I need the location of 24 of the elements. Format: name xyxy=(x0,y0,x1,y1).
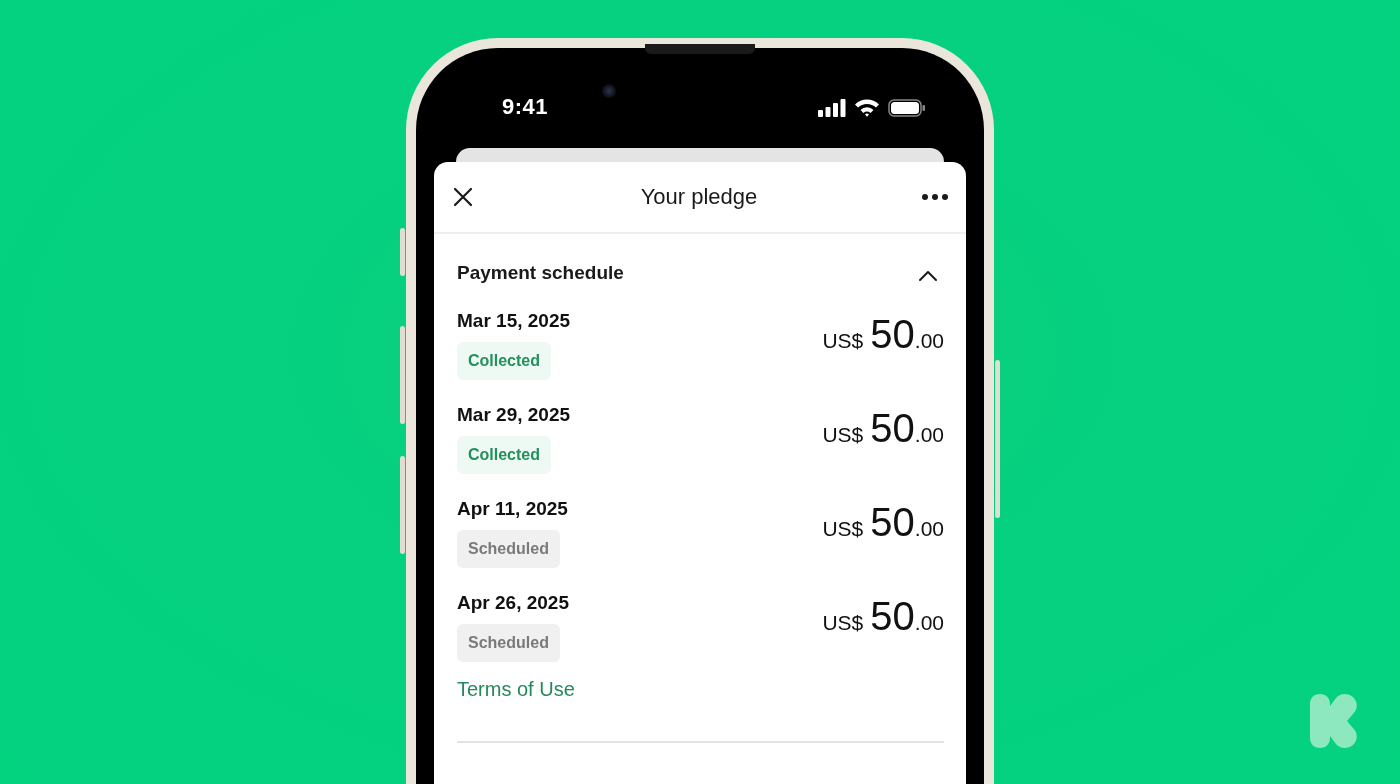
terms-link[interactable]: Terms of Use xyxy=(457,678,575,701)
status-badge: Scheduled xyxy=(457,530,560,568)
status-badge: Collected xyxy=(457,436,551,474)
payment-date: Mar 15, 2025 xyxy=(457,310,571,332)
signal-icon xyxy=(818,98,846,117)
status-time: 9:41 xyxy=(502,94,549,120)
battery-icon xyxy=(888,98,926,117)
camera-lens xyxy=(602,84,616,98)
wifi-icon xyxy=(854,98,880,117)
payment-amount: US$ 50.00 xyxy=(822,594,944,639)
payment-amount: US$ 50.00 xyxy=(822,500,944,545)
section-title: Payment schedule xyxy=(457,262,624,284)
payment-date: Apr 11, 2025 xyxy=(457,498,568,520)
more-icon xyxy=(922,194,948,200)
sheet-title: Your pledge xyxy=(640,184,758,210)
payment-date: Mar 29, 2025 xyxy=(457,404,571,426)
status-badge: Scheduled xyxy=(457,624,560,662)
payment-amount: US$ 50.00 xyxy=(822,406,944,451)
section-header[interactable]: Payment schedule xyxy=(457,234,944,284)
payment-amount: US$ 50.00 xyxy=(822,312,944,357)
status-badge: Collected xyxy=(457,342,551,380)
payment-date: Apr 26, 2025 xyxy=(457,592,569,614)
close-icon xyxy=(453,187,473,207)
logo-icon xyxy=(1310,694,1358,748)
